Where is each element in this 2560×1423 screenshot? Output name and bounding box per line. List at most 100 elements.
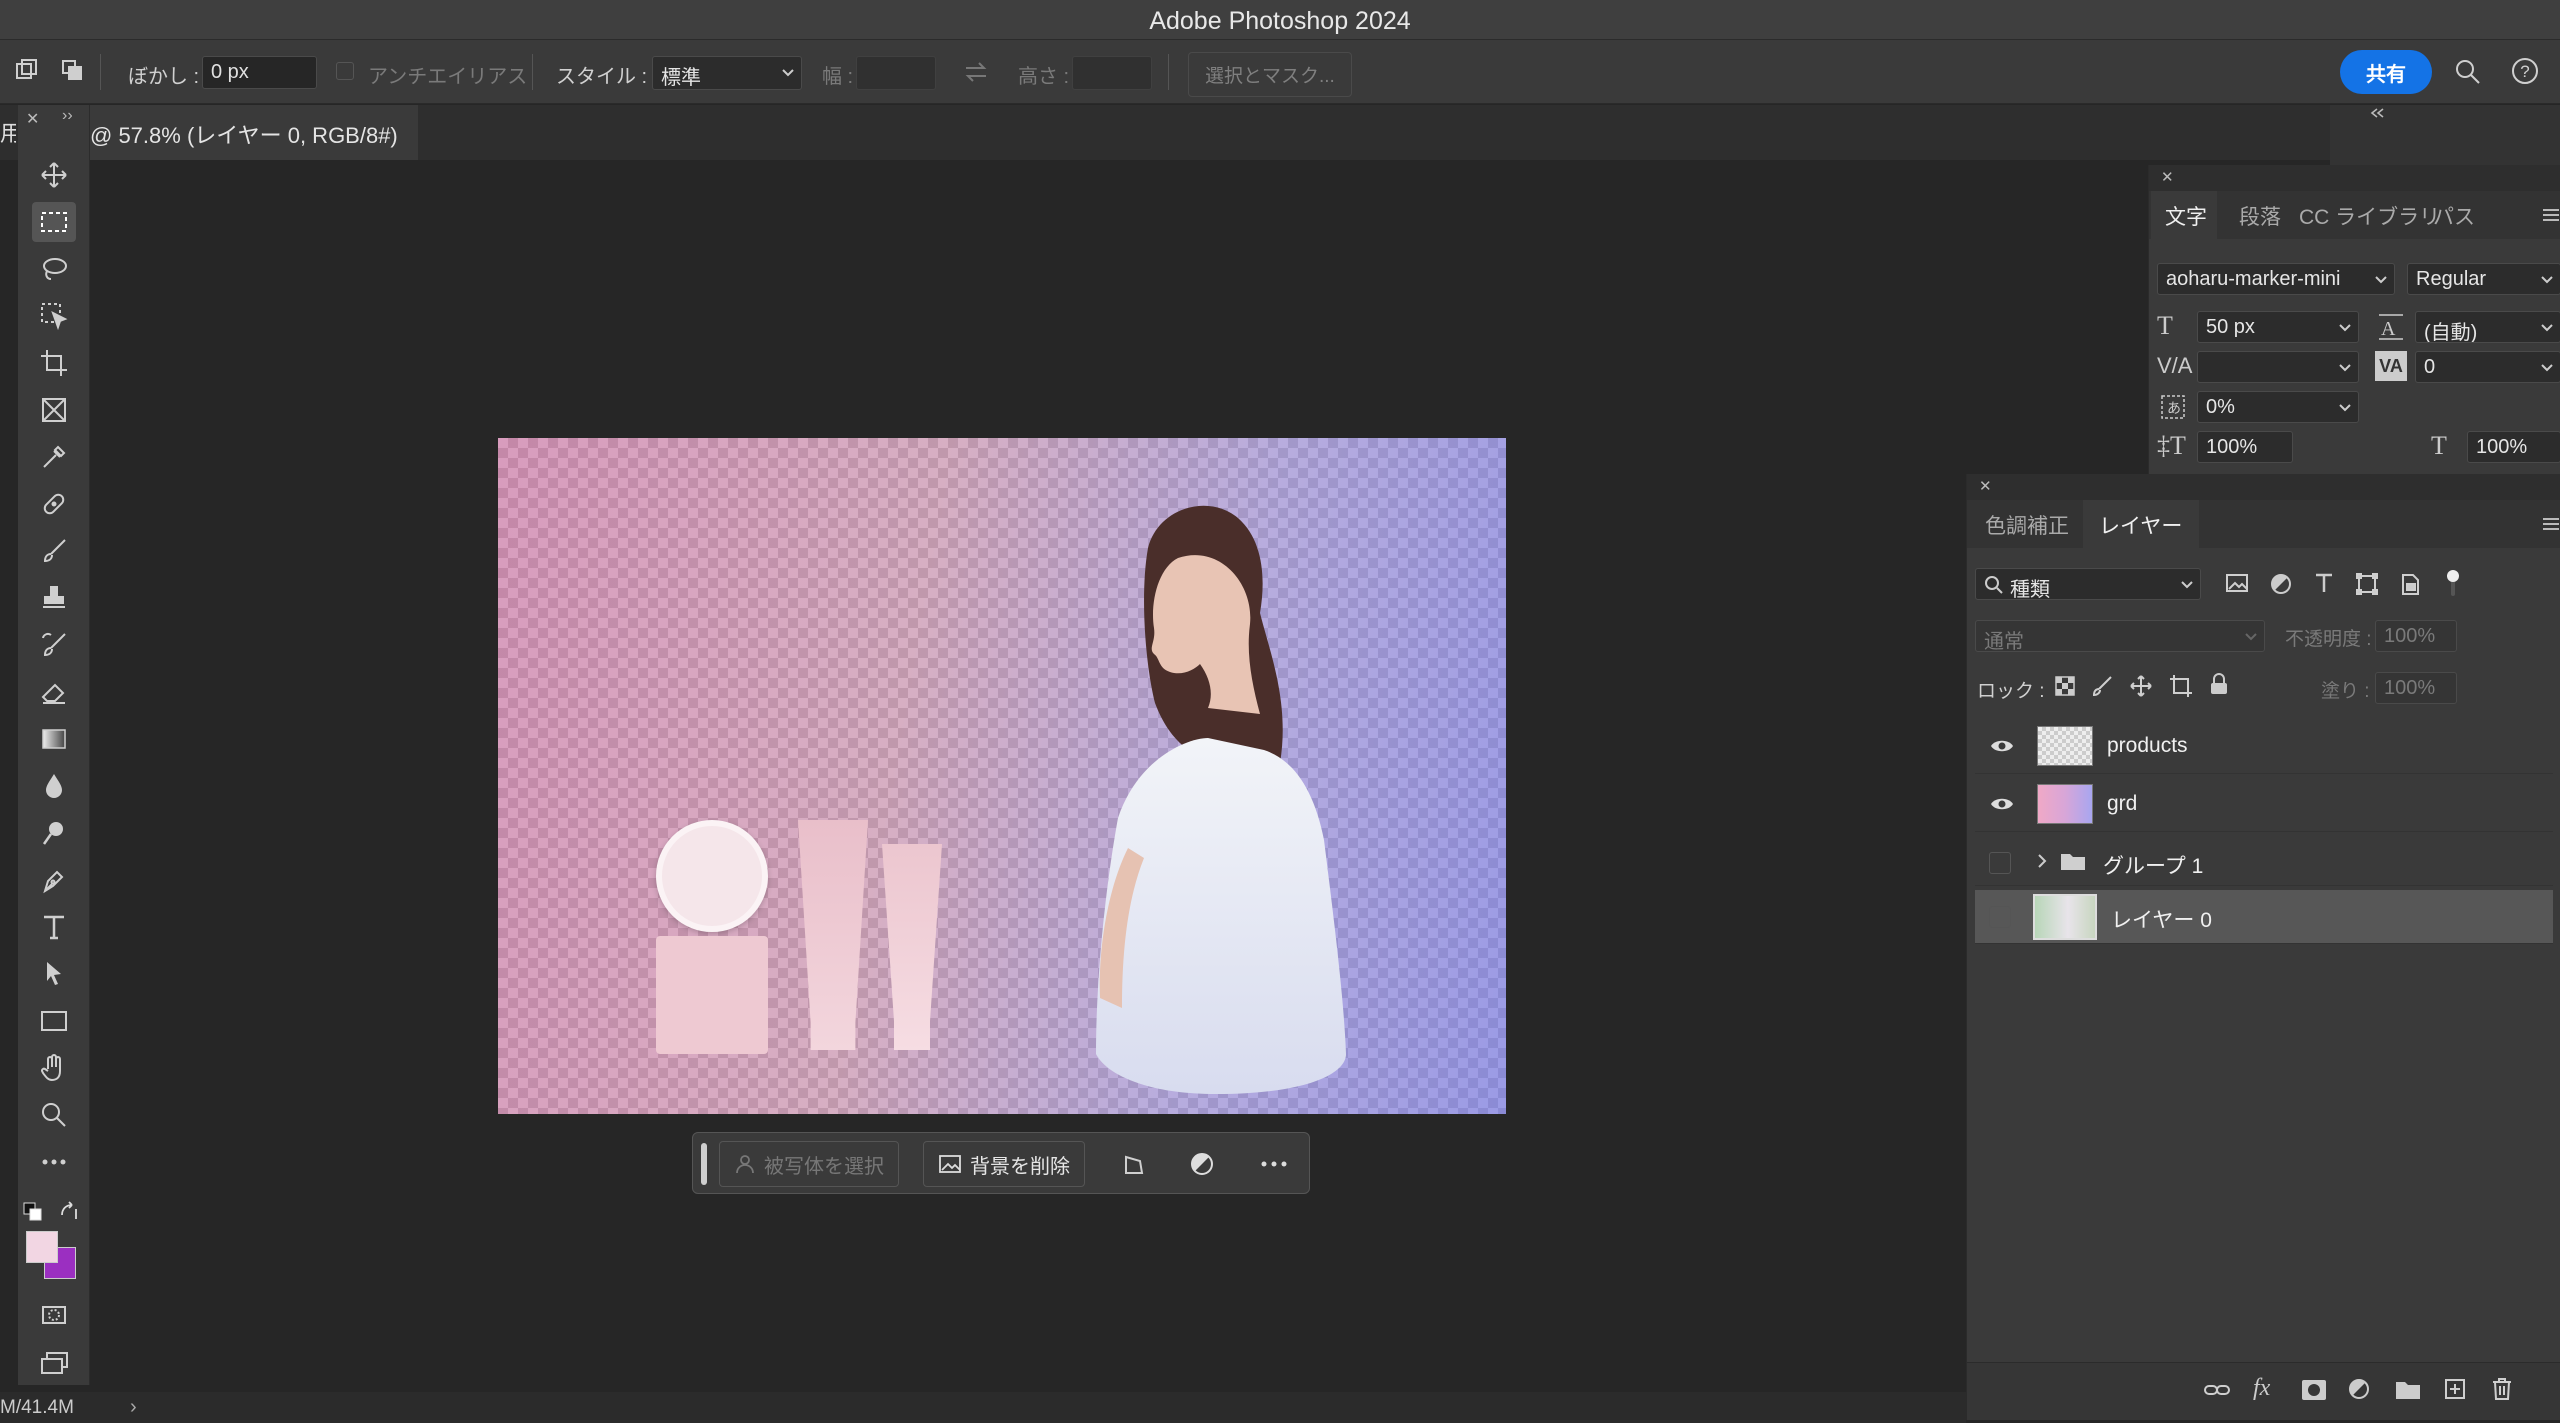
screen-mode-icon[interactable] (32, 1343, 76, 1383)
style-dropdown[interactable]: 標準 (652, 56, 802, 90)
layer-row-grd[interactable]: grd (1975, 778, 2553, 832)
new-layer-icon[interactable] (2443, 1377, 2467, 1401)
rectangular-marquee-tool-icon[interactable] (32, 202, 76, 242)
eye-icon[interactable] (1989, 736, 2015, 756)
filter-toggle-icon[interactable] (2445, 568, 2461, 598)
width-input[interactable] (856, 56, 936, 90)
layer-filter-dropdown[interactable]: 種類 (1975, 568, 2201, 600)
panel-menu-icon[interactable] (2541, 516, 2560, 532)
delete-layer-icon[interactable] (2491, 1377, 2513, 1401)
font-size-input[interactable]: 50 px (2197, 311, 2359, 343)
adjustment-icon[interactable] (1189, 1151, 1215, 1177)
dodge-tool-icon[interactable] (32, 813, 76, 853)
select-subject-button[interactable]: 被写体を選択 (719, 1141, 899, 1187)
foreground-color-swatch[interactable] (26, 1231, 58, 1263)
quick-mask-icon[interactable] (32, 1295, 76, 1335)
brush-tool-icon[interactable] (32, 531, 76, 571)
share-button[interactable]: 共有 (2340, 50, 2432, 94)
visibility-toggle[interactable] (1989, 852, 2011, 874)
collapse-panels-icon[interactable] (2368, 106, 2386, 120)
new-group-icon[interactable] (2395, 1379, 2421, 1401)
expand-toolbar-icon[interactable]: ›› (62, 107, 73, 125)
help-icon[interactable]: ? (2510, 56, 2540, 86)
close-icon[interactable]: ✕ (2161, 168, 2174, 186)
filter-adjustment-icon[interactable] (2269, 572, 2293, 596)
more-tools-icon[interactable] (32, 1142, 76, 1182)
leading-input[interactable]: (自動) (2415, 311, 2560, 343)
feather-input[interactable]: 0 px (202, 56, 317, 89)
antialias-checkbox[interactable] (336, 62, 354, 80)
font-style-dropdown[interactable]: Regular (2407, 263, 2560, 295)
clone-stamp-tool-icon[interactable] (32, 578, 76, 618)
close-icon[interactable]: ✕ (26, 109, 39, 129)
frame-tool-icon[interactable] (32, 390, 76, 430)
selection-mode-icon[interactable] (60, 58, 84, 82)
tab-character[interactable]: 文字 (2165, 201, 2207, 231)
tsume-input[interactable]: 0% (2197, 391, 2359, 423)
rectangle-tool-icon[interactable] (32, 1001, 76, 1041)
tab-layers[interactable]: レイヤー (2099, 510, 2182, 540)
document-canvas[interactable] (498, 438, 1506, 1114)
chevron-right-icon[interactable] (2035, 852, 2049, 870)
tab-adjustments[interactable]: 色調補正 (1985, 510, 2069, 540)
layer-row-layer-0[interactable]: レイヤー 0 (1975, 890, 2553, 944)
visibility-toggle[interactable] (1989, 906, 2011, 928)
eraser-tool-icon[interactable] (32, 672, 76, 712)
panel-menu-icon[interactable] (2541, 207, 2560, 223)
document-tab[interactable]: @ 57.8% (レイヤー 0, RGB/8#) (60, 105, 418, 160)
default-colors-icon[interactable] (22, 1201, 44, 1223)
move-tool-icon[interactable] (32, 155, 76, 195)
layer-row-group-1[interactable]: グループ 1 (1975, 836, 2553, 886)
tool-preset-icon[interactable] (14, 58, 38, 82)
healing-brush-tool-icon[interactable] (32, 484, 76, 524)
history-brush-tool-icon[interactable] (32, 625, 76, 665)
drag-handle[interactable] (701, 1143, 707, 1185)
filter-shape-icon[interactable] (2355, 572, 2379, 596)
lock-artboard-icon[interactable] (2169, 674, 2193, 698)
path-selection-tool-icon[interactable] (32, 954, 76, 994)
more-options-icon[interactable] (1259, 1153, 1289, 1175)
gradient-tool-icon[interactable] (32, 719, 76, 759)
remove-background-button[interactable]: 背景を削除 (923, 1141, 1085, 1187)
lock-transparency-icon[interactable] (2055, 676, 2075, 696)
layer-row-products[interactable]: products (1975, 720, 2553, 774)
kerning-input[interactable] (2197, 351, 2359, 383)
eye-icon[interactable] (1989, 794, 2015, 814)
fill-input[interactable]: 100% (2375, 672, 2457, 704)
object-selection-tool-icon[interactable] (32, 296, 76, 336)
tab-paths[interactable]: パス (2433, 201, 2475, 231)
filter-pixel-icon[interactable] (2225, 572, 2249, 594)
tab-paragraph[interactable]: 段落 (2239, 201, 2281, 231)
filter-smart-object-icon[interactable] (2399, 572, 2421, 596)
blur-tool-icon[interactable] (32, 766, 76, 806)
opacity-input[interactable]: 100% (2375, 620, 2457, 652)
crop-tool-icon[interactable] (32, 343, 76, 383)
new-adjustment-layer-icon[interactable] (2347, 1377, 2371, 1401)
type-tool-icon[interactable] (32, 907, 76, 947)
add-mask-icon[interactable] (2301, 1379, 2327, 1401)
filter-type-icon[interactable] (2313, 572, 2335, 594)
lasso-tool-icon[interactable] (32, 249, 76, 289)
lock-all-icon[interactable] (2209, 672, 2229, 696)
vertical-scale-input[interactable]: 100% (2197, 431, 2293, 463)
close-icon[interactable]: ✕ (1979, 477, 1992, 495)
tracking-input[interactable]: 0 (2415, 351, 2560, 383)
tab-cc-libraries[interactable]: CC ライブラリ (2299, 201, 2440, 231)
hand-tool-icon[interactable] (32, 1048, 76, 1088)
transform-icon[interactable] (1121, 1151, 1147, 1177)
swap-colors-icon[interactable] (58, 1201, 80, 1223)
lock-position-icon[interactable] (2129, 674, 2153, 698)
search-icon[interactable] (2454, 58, 2482, 86)
lock-pixels-icon[interactable] (2091, 674, 2115, 698)
font-family-dropdown[interactable]: aoharu-marker-mini (2157, 263, 2395, 295)
pen-tool-icon[interactable] (32, 860, 76, 900)
height-input[interactable] (1072, 56, 1152, 90)
select-and-mask-button[interactable]: 選択とマスク... (1188, 52, 1352, 97)
horizontal-scale-input[interactable]: 100% (2467, 431, 2560, 463)
layer-style-icon[interactable]: fx (2253, 1375, 2270, 1402)
zoom-tool-icon[interactable] (32, 1095, 76, 1135)
blend-mode-dropdown[interactable]: 通常 (1975, 620, 2265, 652)
eyedropper-tool-icon[interactable] (32, 437, 76, 477)
chevron-right-icon[interactable]: › (130, 1396, 137, 1419)
link-layers-icon[interactable] (2203, 1379, 2231, 1401)
